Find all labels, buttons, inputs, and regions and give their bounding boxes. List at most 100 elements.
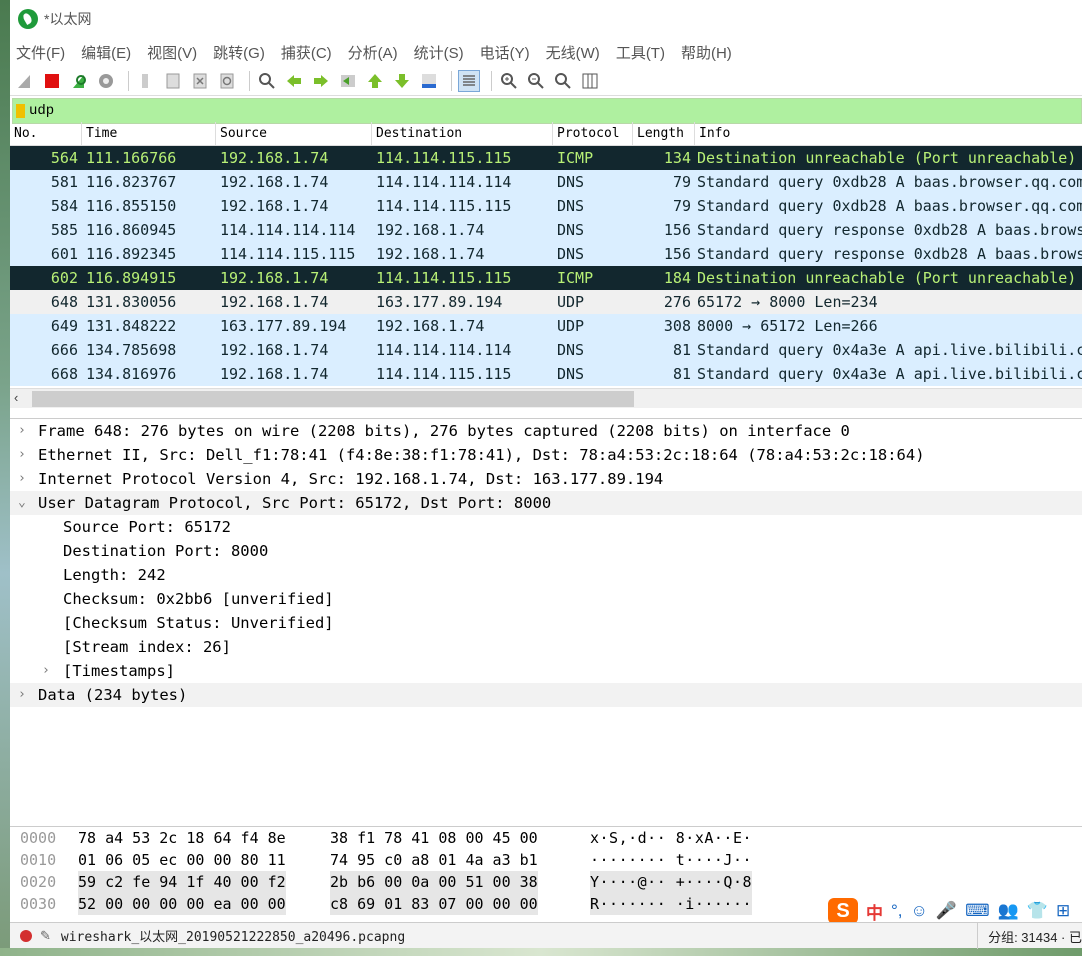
expand-arrow-icon[interactable]: › bbox=[18, 467, 26, 491]
detail-tree-item[interactable]: › Data (234 bytes) bbox=[10, 683, 1082, 707]
menu-item-0[interactable]: 文件(F) bbox=[16, 42, 65, 63]
hex-b2[interactable]: 38 f1 78 41 08 00 45 00 bbox=[330, 827, 538, 849]
detail-tree-item[interactable]: Source Port: 65172 bbox=[10, 515, 1082, 539]
go-back-icon[interactable] bbox=[283, 70, 305, 92]
zoom-in-icon[interactable] bbox=[498, 70, 520, 92]
menu-item-1[interactable]: 编辑(E) bbox=[81, 42, 131, 63]
colorize-icon[interactable] bbox=[458, 69, 480, 92]
reload-file-icon[interactable] bbox=[216, 70, 238, 92]
detail-tree-item[interactable]: Destination Port: 8000 bbox=[10, 539, 1082, 563]
column-header-time[interactable]: Time bbox=[82, 121, 216, 146]
hex-b2[interactable]: 74 95 c0 a8 01 4a a3 b1 bbox=[330, 849, 538, 871]
packet-row[interactable]: 584 116.855150 192.168.1.74 114.114.115.115… bbox=[10, 194, 1082, 218]
zoom-out-icon[interactable] bbox=[525, 70, 547, 92]
hex-line: 0000 78 a4 53 2c 18 64 f4 8e 38 f1 78 41 0… bbox=[10, 827, 1082, 849]
detail-tree-item[interactable]: Checksum: 0x2bb6 [unverified] bbox=[10, 587, 1082, 611]
detail-tree-item[interactable]: › Ethernet II, Src: Dell_f1:78:41 (f4:8e:… bbox=[10, 443, 1082, 467]
packet-list-horizontal-scrollbar[interactable]: ‹ bbox=[10, 388, 1082, 408]
menu-item-5[interactable]: 分析(A) bbox=[348, 42, 398, 63]
normal-size-icon[interactable] bbox=[552, 70, 574, 92]
packet-row[interactable]: 648 131.830056 192.168.1.74 163.177.89.194 U… bbox=[10, 290, 1082, 314]
packet-cell-info: Standard query 0xdb28 A baas.browser.qq.… bbox=[697, 197, 1082, 215]
menu-item-10[interactable]: 帮助(H) bbox=[681, 42, 732, 63]
detail-tree-item[interactable]: Length: 242 bbox=[10, 563, 1082, 587]
detail-tree-item[interactable]: [Checksum Status: Unverified] bbox=[10, 611, 1082, 635]
ime-punctuation-icon[interactable]: °, bbox=[891, 901, 903, 921]
menu-item-9[interactable]: 工具(T) bbox=[616, 42, 665, 63]
autoscroll-icon[interactable] bbox=[418, 70, 440, 92]
open-file-icon[interactable] bbox=[135, 70, 157, 92]
column-header-no[interactable]: No. bbox=[10, 121, 82, 146]
packet-cell-proto: DNS bbox=[557, 365, 585, 383]
hex-b1[interactable]: 59 c2 fe 94 1f 40 00 f2 bbox=[78, 871, 286, 893]
column-header-length[interactable]: Length bbox=[633, 121, 695, 146]
packet-row[interactable]: 581 116.823767 192.168.1.74 114.114.114.114… bbox=[10, 170, 1082, 194]
expand-arrow-icon[interactable]: › bbox=[18, 419, 26, 443]
column-header-destination[interactable]: Destination bbox=[372, 121, 553, 146]
menu-item-7[interactable]: 电话(Y) bbox=[480, 42, 530, 63]
packet-row[interactable]: 601 116.892345 114.114.115.115 192.168.1.74… bbox=[10, 242, 1082, 266]
packet-cell-src: 192.168.1.74 bbox=[220, 269, 329, 287]
stop-capture-icon[interactable] bbox=[41, 70, 63, 92]
menu-item-3[interactable]: 跳转(G) bbox=[213, 42, 265, 63]
expert-info-icon[interactable] bbox=[20, 929, 32, 942]
hex-b2[interactable]: 2b b6 00 0a 00 51 00 38 bbox=[330, 871, 538, 893]
detail-tree-text: Data (234 bytes) bbox=[38, 686, 188, 704]
hex-asc[interactable]: ········ t····J·· bbox=[590, 849, 752, 871]
go-to-packet-icon[interactable] bbox=[337, 70, 359, 92]
hex-b1[interactable]: 52 00 00 00 00 ea 00 00 bbox=[78, 893, 286, 915]
hex-asc[interactable]: Y····@·· +····Q·8 bbox=[590, 871, 753, 893]
packet-row[interactable]: 668 134.816976 192.168.1.74 114.114.115.115… bbox=[10, 362, 1082, 386]
detail-tree-item[interactable]: › Internet Protocol Version 4, Src: 192.1… bbox=[10, 467, 1082, 491]
detail-tree-item[interactable]: › Frame 648: 276 bytes on wire (2208 bits… bbox=[10, 419, 1082, 443]
expand-arrow-icon[interactable]: › bbox=[42, 659, 50, 683]
expand-arrow-icon[interactable]: › bbox=[18, 683, 26, 707]
first-packet-icon[interactable] bbox=[364, 70, 386, 92]
hex-b1[interactable]: 78 a4 53 2c 18 64 f4 8e bbox=[78, 827, 286, 849]
capture-options-icon[interactable] bbox=[95, 70, 117, 92]
column-header-source[interactable]: Source bbox=[216, 121, 372, 146]
bookmark-icon[interactable] bbox=[16, 104, 25, 118]
collapse-arrow-icon[interactable]: ⌄ bbox=[18, 491, 26, 515]
ime-user-icon[interactable]: 👥 bbox=[998, 901, 1019, 921]
ime-keyboard-icon[interactable]: ⌨ bbox=[965, 901, 990, 921]
go-forward-icon[interactable] bbox=[310, 70, 332, 92]
ime-voice-icon[interactable]: 🎤 bbox=[936, 901, 957, 921]
hex-asc[interactable]: R······· ·i······ bbox=[590, 893, 753, 915]
display-filter-input[interactable] bbox=[29, 103, 929, 119]
hex-asc[interactable]: x·S,·d·· 8·xA··E· bbox=[590, 827, 752, 849]
close-file-icon[interactable] bbox=[189, 70, 211, 92]
title-bar[interactable]: *以太网 bbox=[10, 0, 1082, 38]
packet-row[interactable]: 564 111.166766 192.168.1.74 114.114.115.115… bbox=[10, 146, 1082, 170]
save-file-icon[interactable] bbox=[162, 70, 184, 92]
detail-tree-item[interactable]: [Stream index: 26] bbox=[10, 635, 1082, 659]
menu-item-2[interactable]: 视图(V) bbox=[147, 42, 197, 63]
ime-emoji-icon[interactable]: ☺ bbox=[911, 901, 928, 921]
last-packet-icon[interactable] bbox=[391, 70, 413, 92]
scroll-left-icon[interactable]: ‹ bbox=[14, 390, 18, 405]
menu-item-4[interactable]: 捕获(C) bbox=[281, 42, 332, 63]
packet-row[interactable]: 649 131.848222 163.177.89.194 192.168.1.74 U… bbox=[10, 314, 1082, 338]
column-header-info[interactable]: Info bbox=[695, 122, 1082, 146]
packet-row[interactable]: 602 116.894915 192.168.1.74 114.114.115.115… bbox=[10, 266, 1082, 290]
detail-tree-item[interactable]: ⌄ User Datagram Protocol, Src Port: 65172… bbox=[10, 491, 1082, 515]
packet-row[interactable]: 666 134.785698 192.168.1.74 114.114.114.114… bbox=[10, 338, 1082, 362]
menu-item-8[interactable]: 无线(W) bbox=[546, 42, 600, 63]
ime-skin-icon[interactable]: 👕 bbox=[1027, 901, 1048, 921]
menu-item-6[interactable]: 统计(S) bbox=[414, 42, 464, 63]
sogou-ime-logo-icon[interactable]: S bbox=[828, 898, 858, 924]
find-packet-icon[interactable] bbox=[256, 70, 278, 92]
scrollbar-thumb[interactable] bbox=[32, 391, 634, 407]
hex-b1[interactable]: 01 06 05 ec 00 00 80 11 bbox=[78, 849, 286, 871]
ime-toolbox-icon[interactable]: ⊞ bbox=[1056, 901, 1070, 921]
detail-tree-item[interactable]: › [Timestamps] bbox=[10, 659, 1082, 683]
ime-language-toggle[interactable]: 中 bbox=[866, 899, 883, 924]
packet-row[interactable]: 585 116.860945 114.114.114.114 192.168.1.74… bbox=[10, 218, 1082, 242]
hex-b2[interactable]: c8 69 01 83 07 00 00 00 bbox=[330, 893, 538, 915]
resize-columns-icon[interactable] bbox=[579, 70, 601, 92]
column-header-protocol[interactable]: Protocol bbox=[553, 121, 633, 146]
restart-capture-icon[interactable] bbox=[68, 70, 90, 92]
shark-fin-start-icon[interactable] bbox=[14, 70, 36, 92]
expand-arrow-icon[interactable]: › bbox=[18, 443, 26, 467]
capture-comment-icon[interactable]: ✎ bbox=[40, 928, 51, 944]
